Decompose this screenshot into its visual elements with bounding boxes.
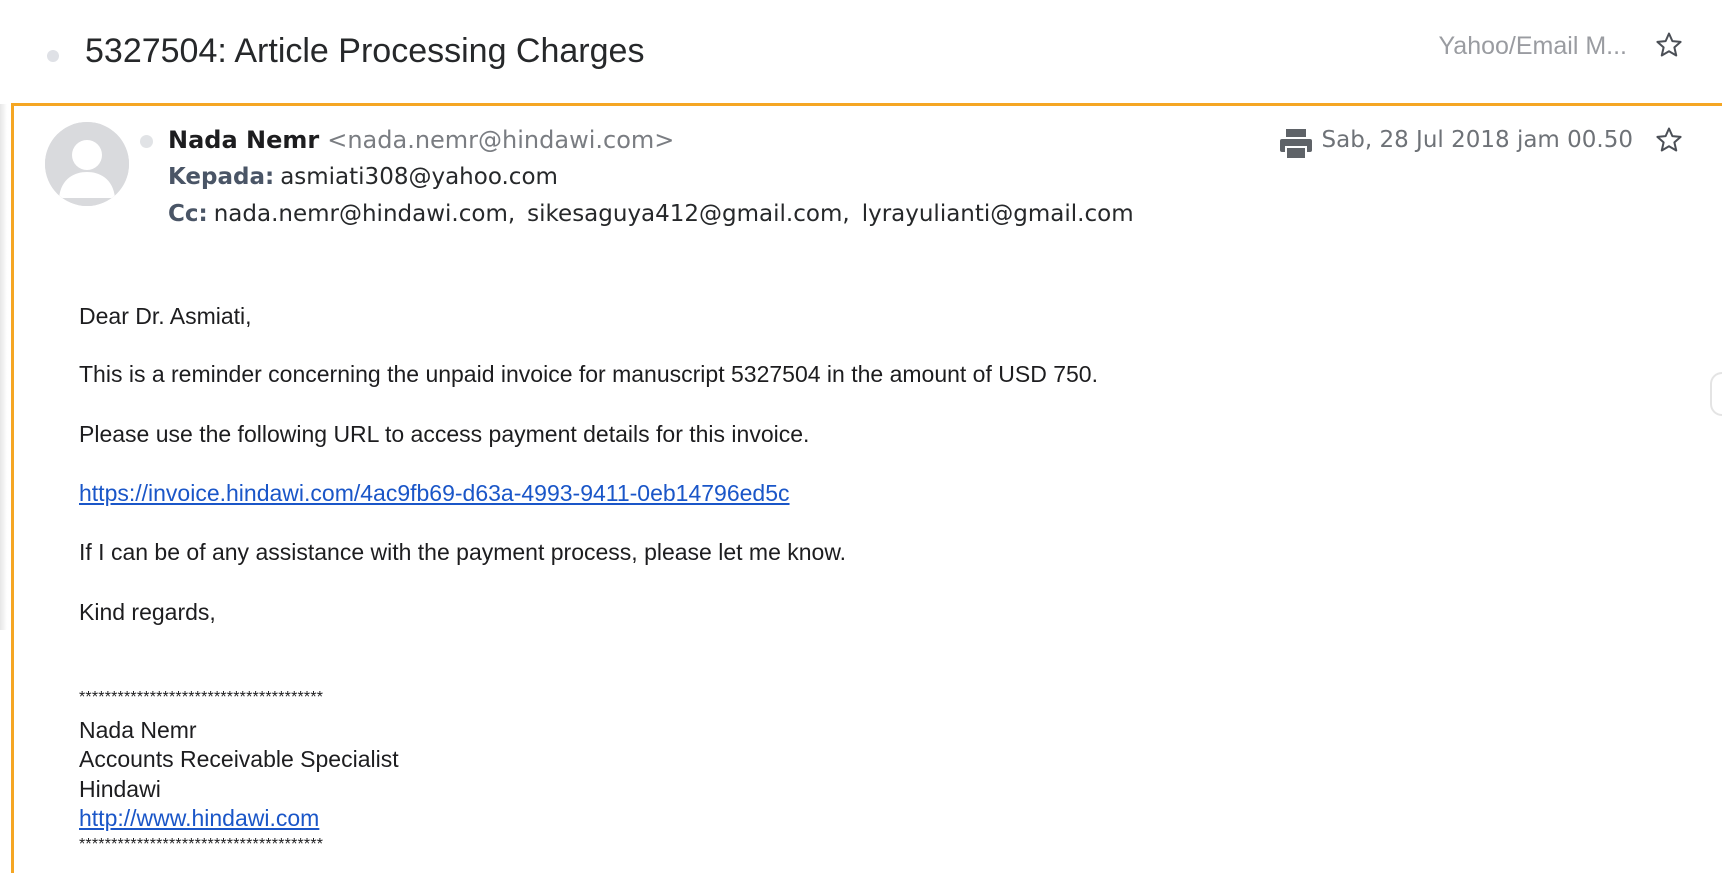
presence-dot [140, 135, 153, 148]
folder-label[interactable]: Yahoo/Email M... [1438, 32, 1627, 61]
to-line: Kepada: asmiati308@yahoo.com [168, 164, 558, 190]
default-avatar-icon [45, 122, 129, 206]
next-message-handle[interactable] [1710, 372, 1722, 416]
cc-recipient[interactable]: sikesaguya412@gmail.com, [527, 201, 850, 227]
cc-label: Cc: [168, 201, 208, 227]
email-subject: 5327504: Article Processing Charges [85, 32, 645, 70]
signature-name: Nada Nemr [79, 717, 197, 743]
read-status-dot[interactable] [47, 50, 59, 62]
signature-divider: ************************************** [79, 689, 324, 706]
sender-email[interactable]: <nada.nemr@hindawi.com> [327, 126, 674, 154]
signature-website-line: http://www.hindawi.com [79, 805, 319, 832]
to-recipient[interactable]: asmiati308@yahoo.com [280, 164, 558, 190]
sender-line: Nada Nemr <nada.nemr@hindawi.com> [168, 126, 674, 154]
body-paragraph: Please use the following URL to access p… [79, 421, 810, 447]
body-paragraph: If I can be of any assistance with the p… [79, 539, 847, 565]
invoice-link[interactable]: https://invoice.hindawi.com/4ac9fb69-d63… [79, 480, 790, 506]
email-viewer: 5327504: Article Processing Charges Yaho… [0, 0, 1722, 873]
sender-name[interactable]: Nada Nemr [168, 126, 319, 154]
cc-recipient[interactable]: nada.nemr@hindawi.com, [214, 201, 515, 227]
star-icon[interactable] [1654, 30, 1684, 60]
printer-icon[interactable] [1278, 127, 1314, 161]
signature-company: Hindawi [79, 776, 161, 802]
cc-recipient[interactable]: lyrayulianti@gmail.com [862, 201, 1134, 227]
signature-divider-bottom: ************************************** [79, 836, 324, 853]
body-greeting: Dear Dr. Asmiati, [79, 303, 252, 329]
to-label: Kepada: [168, 164, 275, 190]
cc-line: Cc: nada.nemr@hindawi.com, sikesaguya412@g… [168, 201, 1134, 227]
email-date: Sab, 28 Jul 2018 jam 00.50 [1321, 127, 1633, 153]
subject-bar: 5327504: Article Processing Charges Yaho… [0, 0, 1722, 104]
body-paragraph: This is a reminder concerning the unpaid… [79, 361, 1098, 387]
signature-website-link[interactable]: http://www.hindawi.com [79, 805, 319, 831]
body-closing: Kind regards, [79, 599, 216, 625]
body-link-line: https://invoice.hindawi.com/4ac9fb69-d63… [79, 480, 790, 507]
star-icon[interactable] [1654, 125, 1684, 155]
signature-role: Accounts Receivable Specialist [79, 746, 399, 772]
